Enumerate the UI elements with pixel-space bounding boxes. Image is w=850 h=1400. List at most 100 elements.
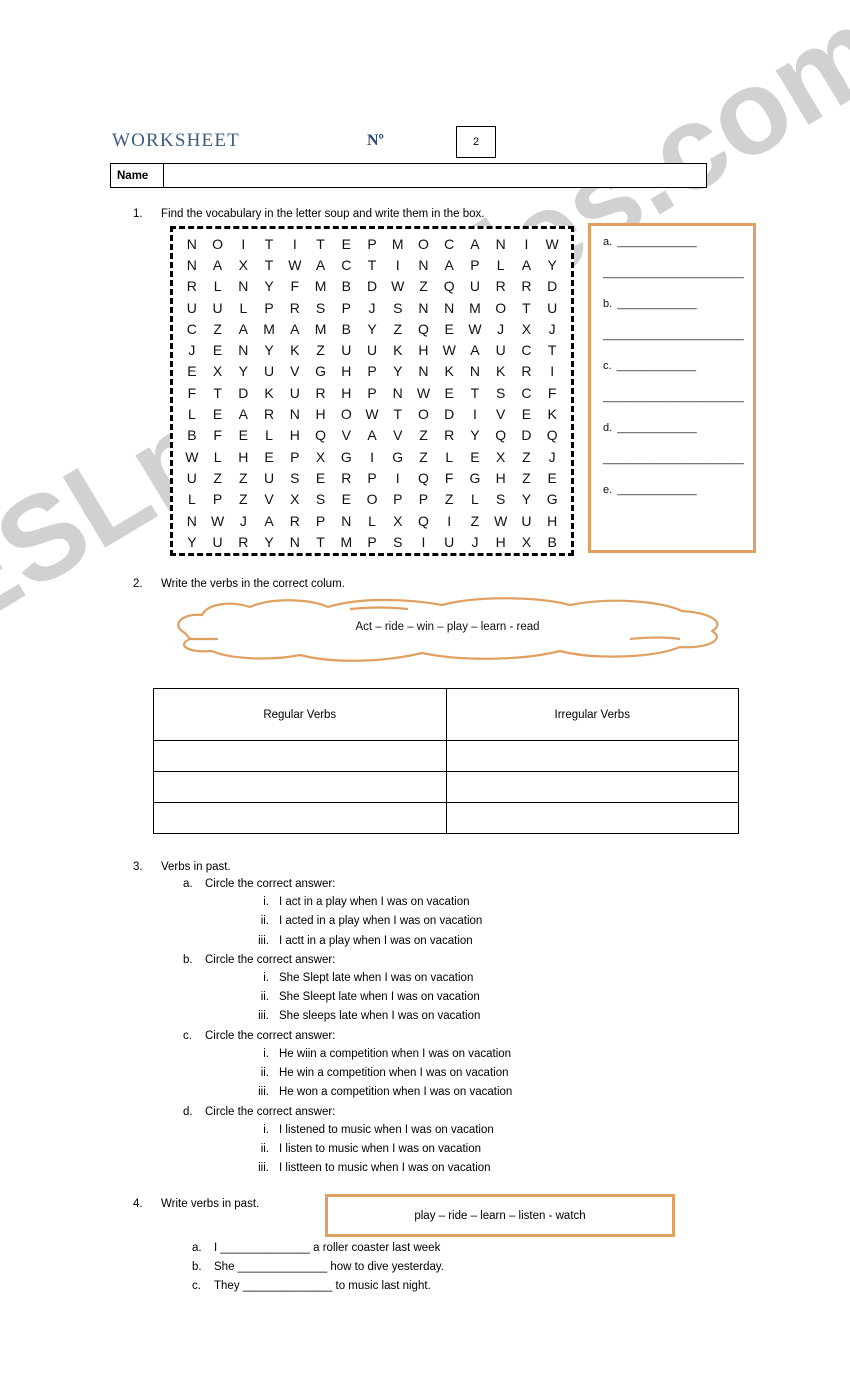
letter-soup-cell[interactable]: F <box>205 428 231 442</box>
letter-soup-cell[interactable]: Z <box>411 428 437 442</box>
letter-soup-cell[interactable]: K <box>436 364 462 378</box>
answer-option[interactable]: ii. I listen to music when I was on vacat… <box>243 1140 693 1159</box>
letter-soup-cell[interactable]: T <box>462 386 488 400</box>
letter-soup-cell[interactable]: U <box>436 535 462 549</box>
letter-soup-cell[interactable]: Y <box>514 492 540 506</box>
letter-soup-cell[interactable]: I <box>359 450 385 464</box>
letter-soup-cell[interactable]: H <box>230 450 256 464</box>
cell-regular[interactable] <box>153 771 447 803</box>
answer-option[interactable]: iii. He won a competition when I was on v… <box>243 1083 693 1102</box>
letter-soup-cell[interactable]: H <box>308 407 334 421</box>
letter-soup-cell[interactable]: O <box>411 407 437 421</box>
answer-line-blank[interactable]: _____________ <box>617 236 697 248</box>
letter-soup-cell[interactable]: Y <box>359 322 385 336</box>
letter-soup-cell[interactable]: Z <box>411 450 437 464</box>
letter-soup-cell[interactable]: E <box>436 386 462 400</box>
letter-soup-cell[interactable]: Y <box>462 428 488 442</box>
letter-soup-cell[interactable]: N <box>179 514 205 528</box>
answer-line[interactable]: c. _____________ <box>603 360 741 391</box>
answer-box[interactable]: a. _____________ _______________________ b… <box>588 223 756 553</box>
letter-soup-cell[interactable]: I <box>282 237 308 251</box>
letter-soup-cell[interactable]: P <box>359 471 385 485</box>
letter-soup-cell[interactable]: U <box>282 386 308 400</box>
letter-soup-cell[interactable]: C <box>436 237 462 251</box>
letter-soup-cell[interactable]: I <box>230 237 256 251</box>
letter-soup-cell[interactable]: N <box>282 535 308 549</box>
letter-soup-cell[interactable]: A <box>230 322 256 336</box>
letter-soup-grid[interactable]: NOITITEPMOCANIWNAXTWACTINAPLAYRLNYFMBDWZ… <box>170 226 574 556</box>
letter-soup-cell[interactable]: Q <box>539 428 565 442</box>
letter-soup-cell[interactable]: H <box>333 386 359 400</box>
letter-soup-cell[interactable]: X <box>308 450 334 464</box>
letter-soup-cell[interactable]: E <box>436 322 462 336</box>
letter-soup-cell[interactable]: V <box>488 407 514 421</box>
letter-soup-cell[interactable]: S <box>282 471 308 485</box>
letter-soup-cell[interactable]: J <box>462 535 488 549</box>
letter-soup-cell[interactable]: Z <box>436 492 462 506</box>
letter-soup-cell[interactable]: J <box>359 301 385 315</box>
letter-soup-cell[interactable]: A <box>282 322 308 336</box>
letter-soup-cell[interactable]: A <box>462 237 488 251</box>
answer-line-extra[interactable]: _______________________ <box>603 267 744 298</box>
letter-soup-cell[interactable]: O <box>205 237 231 251</box>
letter-soup-cell[interactable]: Z <box>462 514 488 528</box>
letter-soup-cell[interactable]: K <box>385 343 411 357</box>
letter-soup-cell[interactable]: D <box>359 279 385 293</box>
letter-soup-cell[interactable]: N <box>179 237 205 251</box>
table-row[interactable] <box>153 802 739 834</box>
letter-soup-cell[interactable]: Q <box>411 471 437 485</box>
letter-soup-cell[interactable]: Q <box>488 428 514 442</box>
letter-soup-cell[interactable]: I <box>514 237 540 251</box>
letter-soup-cell[interactable]: P <box>256 301 282 315</box>
table-row[interactable] <box>153 771 739 803</box>
letter-soup-cell[interactable]: E <box>462 450 488 464</box>
letter-soup-cell[interactable]: T <box>359 258 385 272</box>
answer-line-extra[interactable]: _______________________ <box>603 329 744 360</box>
letter-soup-cell[interactable]: D <box>539 279 565 293</box>
letter-soup-cell[interactable]: U <box>359 343 385 357</box>
letter-soup-cell[interactable]: R <box>179 279 205 293</box>
letter-soup-cell[interactable]: O <box>411 237 437 251</box>
letter-soup-cell[interactable]: Y <box>539 258 565 272</box>
letter-soup-cell[interactable]: N <box>230 279 256 293</box>
letter-soup-cell[interactable]: D <box>514 428 540 442</box>
letter-soup-cell[interactable]: X <box>488 450 514 464</box>
letter-soup-cell[interactable]: Q <box>308 428 334 442</box>
letter-soup-cell[interactable]: Z <box>205 471 231 485</box>
letter-soup-cell[interactable]: A <box>514 258 540 272</box>
letter-soup-cell[interactable]: P <box>359 237 385 251</box>
letter-soup-cell[interactable]: C <box>333 258 359 272</box>
answer-option[interactable]: i. She Slept late when I was on vacation <box>243 969 693 988</box>
letter-soup-cell[interactable]: N <box>462 364 488 378</box>
letter-soup-cell[interactable]: N <box>179 258 205 272</box>
answer-option[interactable]: i. He wiin a competition when I was on va… <box>243 1045 693 1064</box>
letter-soup-cell[interactable]: Z <box>514 450 540 464</box>
letter-soup-cell[interactable]: C <box>179 322 205 336</box>
letter-soup-cell[interactable]: N <box>488 237 514 251</box>
letter-soup-cell[interactable]: F <box>436 471 462 485</box>
letter-soup-cell[interactable]: X <box>205 364 231 378</box>
letter-soup-cell[interactable]: B <box>539 535 565 549</box>
answer-line[interactable]: a. _____________ <box>603 236 741 267</box>
letter-soup-cell[interactable]: T <box>308 535 334 549</box>
letter-soup-cell[interactable]: P <box>359 535 385 549</box>
letter-soup-cell[interactable]: O <box>333 407 359 421</box>
letter-soup-cell[interactable]: G <box>462 471 488 485</box>
letter-soup-cell[interactable]: M <box>308 322 334 336</box>
letter-soup-cell[interactable]: A <box>436 258 462 272</box>
letter-soup-cell[interactable]: D <box>230 386 256 400</box>
table-row[interactable] <box>153 740 739 772</box>
letter-soup-cell[interactable]: Q <box>411 514 437 528</box>
letter-soup-cell[interactable]: R <box>514 364 540 378</box>
answer-option[interactable]: i. I act in a play when I was on vacation <box>243 893 693 912</box>
letter-soup-cell[interactable]: M <box>308 279 334 293</box>
letter-soup-cell[interactable]: G <box>385 450 411 464</box>
letter-soup-cell[interactable]: L <box>359 514 385 528</box>
letter-soup-cell[interactable]: O <box>359 492 385 506</box>
letter-soup-cell[interactable]: W <box>385 279 411 293</box>
letter-soup-cell[interactable]: L <box>488 258 514 272</box>
answer-line[interactable]: d. _____________ <box>603 422 741 453</box>
letter-soup-cell[interactable]: A <box>230 407 256 421</box>
letter-soup-cell[interactable]: S <box>308 492 334 506</box>
letter-soup-cell[interactable]: F <box>282 279 308 293</box>
